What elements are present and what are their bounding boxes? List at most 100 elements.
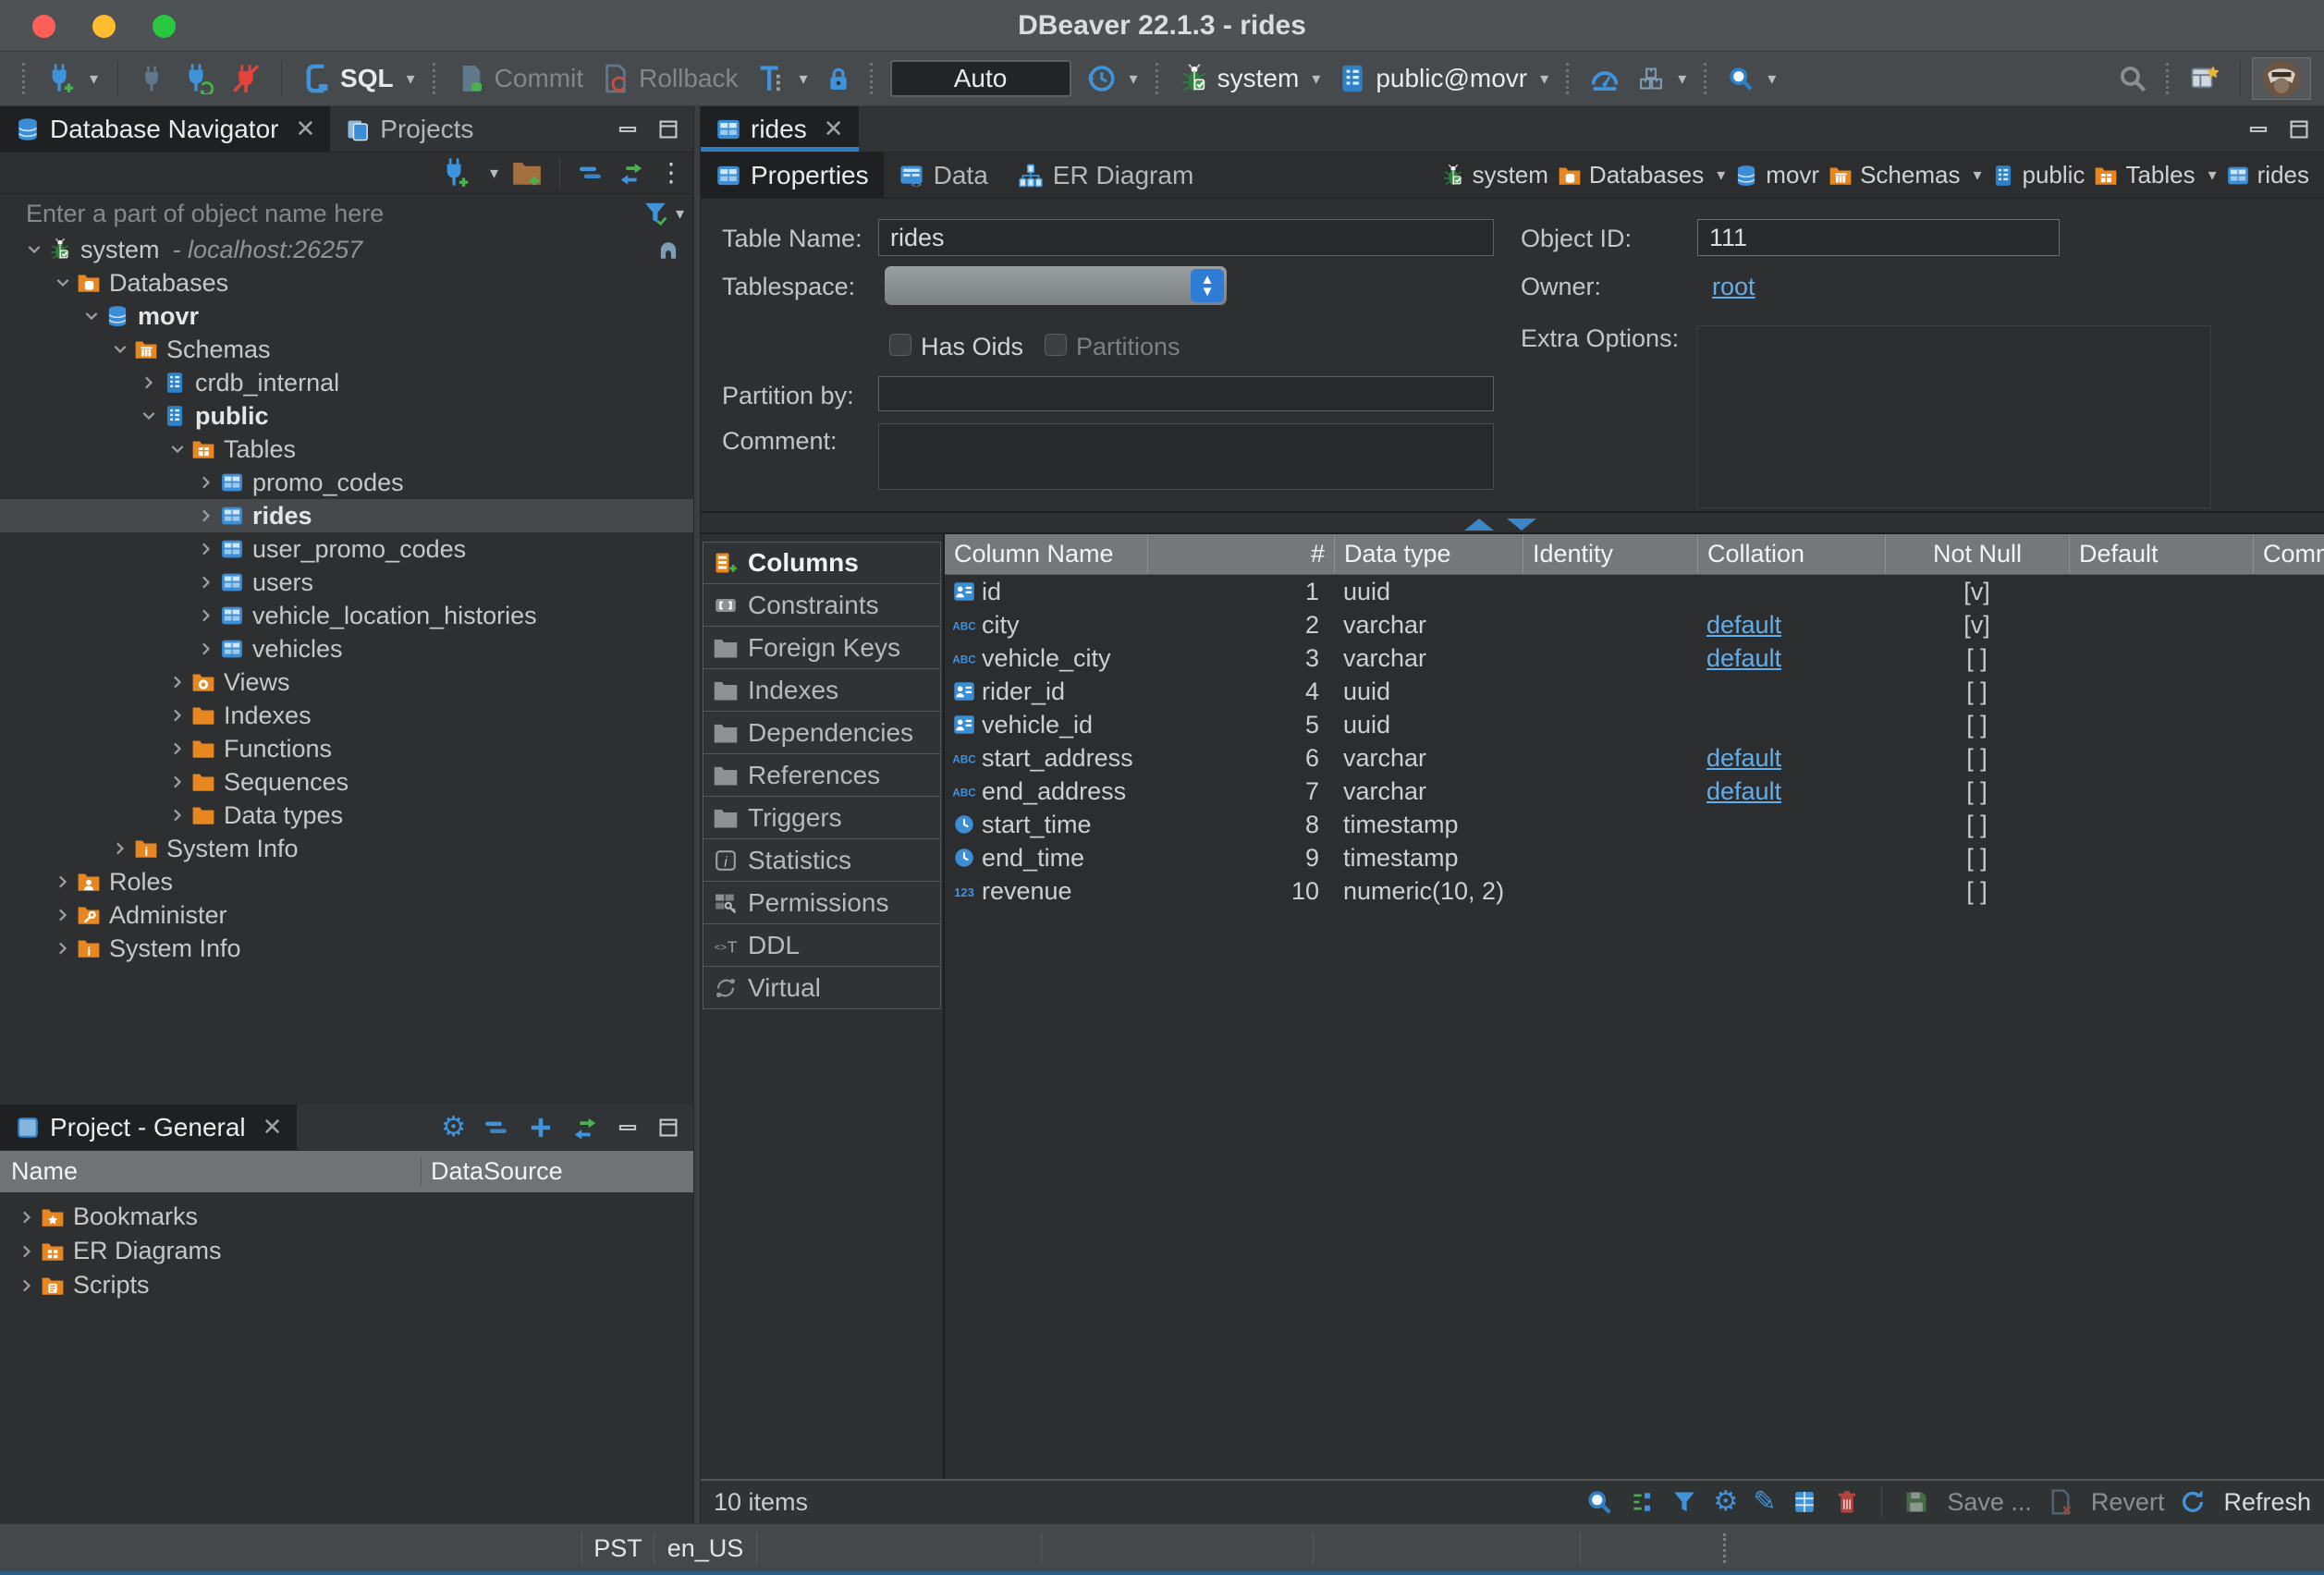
columns-view-icon[interactable] <box>1791 1488 1818 1516</box>
grid-column-header--[interactable]: # <box>1147 534 1334 574</box>
chevron-right-icon[interactable] <box>135 372 163 393</box>
column-header-datasource[interactable]: DataSource <box>421 1157 693 1186</box>
gear-icon[interactable]: ⚙ <box>1713 1488 1738 1516</box>
transaction-lock-button[interactable] <box>816 57 861 100</box>
splitter-down-icon[interactable] <box>1507 519 1536 531</box>
grid-row-end_address[interactable]: ABCend_address7varchardefault[ ] <box>945 775 2324 808</box>
grid-column-header-comm[interactable]: Comm <box>2253 534 2324 574</box>
new-folder-icon[interactable] <box>511 157 543 189</box>
tree-item-databases[interactable]: Databases <box>0 266 693 299</box>
chevron-down-icon[interactable] <box>49 273 77 293</box>
chevron-right-icon[interactable] <box>164 805 191 825</box>
chevron-down-icon[interactable]: ▾ <box>1130 69 1138 89</box>
collation-link[interactable]: default <box>1706 644 1781 673</box>
chevron-right-icon[interactable] <box>164 672 191 692</box>
filter-input[interactable]: Enter a part of object name here <box>26 200 642 228</box>
table-name-input[interactable]: rides <box>878 219 1494 256</box>
chevron-down-icon[interactable]: ▾ <box>1540 69 1548 89</box>
subtab-er-diagram[interactable]: ER Diagram <box>1003 153 1208 198</box>
tree-item-schemas[interactable]: Schemas <box>0 333 693 366</box>
chevron-right-icon[interactable] <box>49 905 77 925</box>
gear-icon[interactable]: ⚙ <box>441 1114 466 1142</box>
tree-item-roles[interactable]: Roles <box>0 865 693 898</box>
side-tab-references[interactable]: References <box>703 754 941 797</box>
minimize-panel-icon[interactable] <box>616 1116 640 1140</box>
grid-column-header-collation[interactable]: Collation <box>1697 534 1885 574</box>
new-connection-icon[interactable] <box>440 157 471 189</box>
grid-row-revenue[interactable]: 123revenue10numeric(10, 2)[ ] <box>945 874 2324 908</box>
grid-row-start_address[interactable]: ABCstart_address6varchardefault[ ] <box>945 741 2324 775</box>
tablespace-select[interactable]: ▲▼ <box>885 266 1227 305</box>
tree-item-tables[interactable]: Tables <box>0 433 693 466</box>
collapse-all-icon[interactable] <box>483 1114 510 1142</box>
active-connection-combo[interactable]: system▾ <box>1170 57 1329 100</box>
minimize-panel-icon[interactable] <box>616 117 640 141</box>
chevron-right-icon[interactable] <box>164 739 191 759</box>
chevron-down-icon[interactable]: ▾ <box>1678 69 1686 89</box>
tab-database-navigator[interactable]: Database Navigator ✕ <box>0 106 330 152</box>
object-search-button[interactable]: ▾ <box>1719 57 1784 100</box>
tree-item-vehicle-location-histories[interactable]: vehicle_location_histories <box>0 599 693 632</box>
timezone-indicator[interactable]: PST <box>582 1524 654 1572</box>
chevron-down-icon[interactable]: ▾ <box>1973 165 1981 185</box>
form-grid-splitter[interactable] <box>701 511 2324 534</box>
connect-button[interactable] <box>129 57 174 100</box>
tree-item-data-types[interactable]: Data types <box>0 799 693 832</box>
chevron-down-icon[interactable] <box>20 239 48 260</box>
grid-column-header-data-type[interactable]: Data type <box>1334 534 1523 574</box>
tree-item-administer[interactable]: Administer <box>0 898 693 932</box>
grid-column-header-column-name[interactable]: Column Name <box>945 534 1147 574</box>
project-item-scripts[interactable]: Scripts <box>0 1268 693 1302</box>
rollback-button[interactable]: Rollback <box>592 57 746 100</box>
expand-all-icon[interactable] <box>527 1114 555 1142</box>
commit-mode-combo[interactable]: Auto <box>890 60 1071 97</box>
side-tab-dependencies[interactable]: Dependencies <box>703 712 941 754</box>
grid-row-rider_id[interactable]: rider_id4uuid[ ] <box>945 675 2324 708</box>
chevron-down-icon[interactable]: ▾ <box>676 204 684 224</box>
chevron-right-icon[interactable] <box>164 705 191 726</box>
collation-link[interactable]: default <box>1706 777 1781 806</box>
chevron-down-icon[interactable] <box>135 406 163 426</box>
collapse-all-icon[interactable] <box>577 159 605 187</box>
breadcrumb-movr[interactable]: movr <box>1734 161 1819 189</box>
link-with-editor-icon[interactable] <box>618 159 645 187</box>
tab-projects[interactable]: Projects <box>330 106 488 152</box>
collation-link[interactable]: default <box>1706 611 1781 640</box>
tree-item-crdb-internal[interactable]: crdb_internal <box>0 366 693 399</box>
transaction-log-button[interactable]: ▾ <box>1077 57 1146 100</box>
tree-item-functions[interactable]: Functions <box>0 732 693 765</box>
revert-button[interactable]: Revert <box>2091 1488 2165 1517</box>
chevron-down-icon[interactable] <box>164 439 191 459</box>
refresh-button[interactable]: Refresh <box>2223 1488 2311 1517</box>
locale-indicator[interactable]: en_US <box>654 1524 756 1572</box>
grid-row-city[interactable]: ABCcity2varchardefault[v] <box>945 608 2324 641</box>
user-avatar[interactable] <box>2252 57 2311 100</box>
subtab-data[interactable]: <>Data <box>884 153 1003 198</box>
grid-column-header-not-null[interactable]: Not Null <box>1885 534 2069 574</box>
tab-rides-editor[interactable]: rides ✕ <box>701 106 859 152</box>
chevron-right-icon[interactable] <box>192 639 220 659</box>
chevron-down-icon[interactable]: ▾ <box>490 164 498 183</box>
pencil-icon[interactable]: ✎ <box>1753 1488 1776 1516</box>
close-icon[interactable]: ✕ <box>824 115 844 143</box>
chevron-right-icon[interactable] <box>13 1241 41 1262</box>
comment-textarea[interactable] <box>878 423 1494 490</box>
statusbar-drag-handle[interactable] <box>1723 1533 1727 1563</box>
breadcrumb-system[interactable]: system <box>1441 161 1548 189</box>
filter-icon[interactable] <box>642 200 670 227</box>
chevron-right-icon[interactable] <box>192 572 220 592</box>
breadcrumb-rides[interactable]: rides <box>2226 161 2309 189</box>
chevron-right-icon[interactable] <box>13 1207 41 1227</box>
subtab-properties[interactable]: Properties <box>701 153 884 198</box>
tree-item-system-info[interactable]: iSystem Info <box>0 932 693 965</box>
commit-button[interactable]: Commit <box>447 57 592 100</box>
maximize-panel-icon[interactable] <box>656 117 680 141</box>
chevron-down-icon[interactable]: ▾ <box>2208 165 2217 185</box>
disconnect-button[interactable] <box>222 57 270 100</box>
chevron-down-icon[interactable]: ▾ <box>90 69 98 89</box>
chevron-down-icon[interactable]: ▾ <box>407 69 415 89</box>
minimize-panel-icon[interactable] <box>2246 117 2270 141</box>
grid-row-end_time[interactable]: end_time9timestamp[ ] <box>945 841 2324 874</box>
tree-item-rides[interactable]: rides <box>0 499 693 532</box>
has-oids-checkbox[interactable] <box>889 334 911 356</box>
